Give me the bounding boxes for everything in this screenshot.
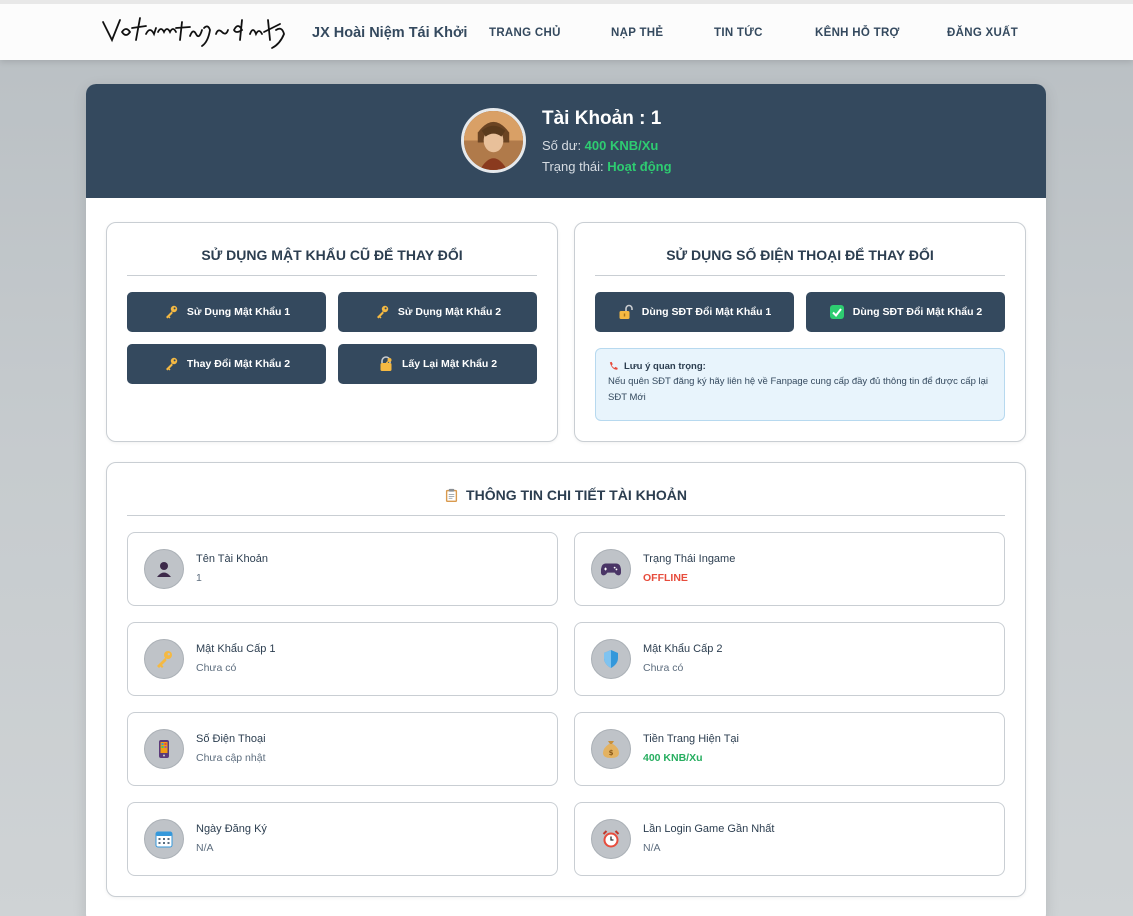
status-label: Trạng thái: [542,159,608,174]
user-icon [144,549,184,589]
info-card-password-1: Mật Khẩu Cấp 1 Chưa có [127,622,558,696]
button-label: Lấy Lại Mật Khẩu 2 [401,358,498,370]
info-card-register-date: Ngày Đăng Ký N/A [127,802,558,876]
key-icon [374,304,390,320]
note-title: Lưu ý quan trọng: [608,361,992,372]
nav-news[interactable]: TIN TỨC [714,27,763,39]
unlock-icon [618,304,634,320]
avatar [461,108,526,173]
info-label: Số Điện Thoại [196,733,266,745]
info-card-ingame-status: Trạng Thái Ingame OFFLINE [574,532,1005,606]
divider [595,275,1005,276]
change-password-2-button[interactable]: Thay Đổi Mật Khẩu 2 [127,344,326,384]
account-details-panel: THÔNG TIN CHI TIẾT TÀI KHOẢN Tên Tài Kho… [106,462,1026,897]
password-change-panel: SỬ DỤNG MẬT KHẨU CŨ ĐỂ THAY ĐỔI Sử Dụng … [106,222,558,442]
brand-name[interactable]: JX Hoài Niệm Tái Khởi [312,25,467,41]
info-value: 400 KNB/Xu [643,752,703,764]
recover-password-2-button[interactable]: Lấy Lại Mật Khẩu 2 [338,344,537,384]
nav-top-up[interactable]: NẠP THẺ [611,27,663,39]
nav-logout[interactable]: ĐĂNG XUẤT [947,27,1018,39]
important-note: Lưu ý quan trọng: Nếu quên SĐT đăng ký h… [595,348,1005,421]
info-label: Lần Login Game Gần Nhất [643,823,775,835]
info-value: Chưa cập nhật [196,752,266,764]
site-logo[interactable] [100,10,300,54]
button-label: Dùng SĐT Đổi Mật Khẩu 2 [852,306,983,318]
info-label: Mật Khẩu Cấp 1 [196,643,276,655]
button-label: Dùng SĐT Đổi Mật Khẩu 1 [641,306,772,318]
key-icon [163,356,179,372]
info-label: Trạng Thái Ingame [643,553,736,565]
balance-label: Số dư: [542,138,585,153]
info-card-balance: $ Tiền Trang Hiện Tại 400 KNB/Xu [574,712,1005,786]
details-panel-title: THÔNG TIN CHI TIẾT TÀI KHOẢN [107,487,1025,503]
phone-receiver-icon [609,361,618,370]
info-label: Tên Tài Khoản [196,553,268,565]
nav-support[interactable]: KÊNH HỖ TRỢ [815,27,900,39]
button-label: Sử Dụng Mật Khẩu 1 [186,306,291,318]
divider [127,515,1005,516]
key-icon [163,304,179,320]
svg-text:$: $ [609,749,614,757]
balance-value: 400 KNB/Xu [584,138,659,153]
details-title-text: THÔNG TIN CHI TIẾT TÀI KHOẢN [466,487,687,503]
phone-icon [144,729,184,769]
calendar-icon [144,819,184,859]
info-card-phone: Số Điện Thoại Chưa cập nhật [127,712,558,786]
gamepad-icon [591,549,631,589]
use-password-2-button[interactable]: Sử Dụng Mật Khẩu 2 [338,292,537,332]
check-box-icon [829,304,845,320]
info-value: OFFLINE [643,572,688,584]
alarm-clock-icon [591,819,631,859]
info-card-username: Tên Tài Khoản 1 [127,532,558,606]
account-container: Tài Khoản : 1 Số dư: 400 KNB/Xu Trạng th… [86,84,1046,916]
money-bag-icon: $ [591,729,631,769]
phone-change-password-2-button[interactable]: Dùng SĐT Đổi Mật Khẩu 2 [806,292,1005,332]
phone-change-panel: SỬ DỤNG SỐ ĐIỆN THOẠI ĐỂ THAY ĐỔI Dùng S… [574,222,1026,442]
balance-line: Số dư: 400 KNB/Xu [542,138,658,153]
info-value: N/A [643,842,661,854]
info-value: N/A [196,842,214,854]
info-label: Ngày Đăng Ký [196,823,267,835]
info-label: Tiền Trang Hiện Tại [643,733,739,745]
shield-icon [591,639,631,679]
status-value: Hoạt động [607,159,672,174]
account-title: Tài Khoản : 1 [542,108,662,129]
info-label: Mật Khẩu Cấp 2 [643,643,723,655]
info-value: Chưa có [643,662,684,674]
key-icon [144,639,184,679]
button-label: Thay Đổi Mật Khẩu 2 [186,358,291,370]
note-body: Nếu quên SĐT đăng ký hãy liên hệ về Fanp… [608,376,988,403]
password-panel-title: SỬ DỤNG MẬT KHẨU CŨ ĐỂ THAY ĐỔI [201,247,463,263]
use-password-1-button[interactable]: Sử Dụng Mật Khẩu 1 [127,292,326,332]
phone-panel-title: SỬ DỤNG SỐ ĐIỆN THOẠI ĐỂ THAY ĐỔI [666,247,934,263]
logo-calligraphy [102,17,285,49]
status-line: Trạng thái: Hoạt động [542,159,672,174]
clipboard-icon [445,488,458,502]
divider [127,275,537,276]
top-navbar: JX Hoài Niệm Tái Khởi TRANG CHỦ NẠP THẺ … [0,0,1133,60]
profile-header: Tài Khoản : 1 Số dư: 400 KNB/Xu Trạng th… [86,84,1046,198]
phone-change-password-1-button[interactable]: Dùng SĐT Đổi Mật Khẩu 1 [595,292,794,332]
note-title-text: Lưu ý quan trọng: [624,361,706,372]
info-card-last-login: Lần Login Game Gần Nhất N/A [574,802,1005,876]
info-card-password-2: Mật Khẩu Cấp 2 Chưa có [574,622,1005,696]
nav-home[interactable]: TRANG CHỦ [489,27,561,39]
lock-key-icon [378,356,394,372]
info-value: Chưa có [196,662,237,674]
button-label: Sử Dụng Mật Khẩu 2 [397,306,502,318]
info-value: 1 [196,572,202,584]
